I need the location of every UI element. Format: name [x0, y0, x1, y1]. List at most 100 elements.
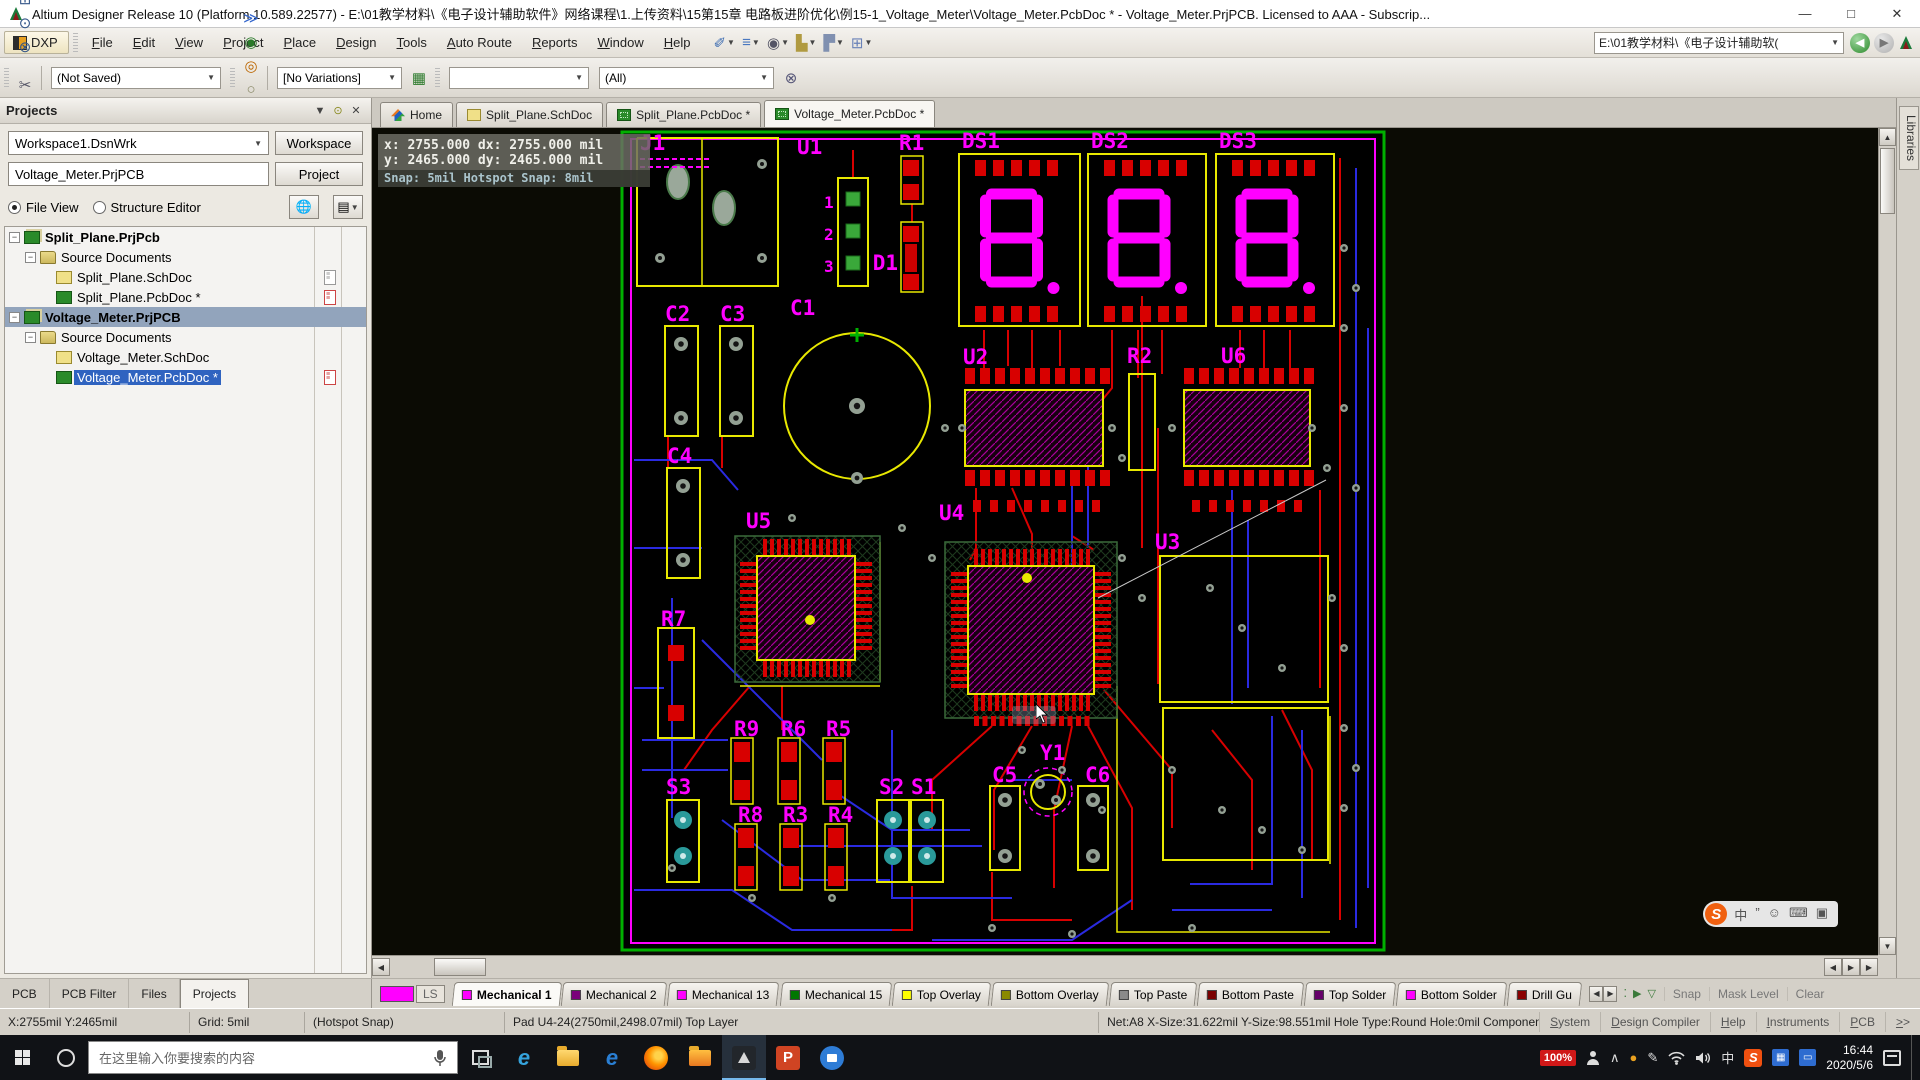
ime-toolbox-icon[interactable]: ▣ — [1816, 905, 1828, 924]
scroll-right-icon[interactable]: ▶ — [1860, 958, 1878, 976]
taskbar-search-input[interactable]: 在这里输入你要搜索的内容 — [88, 1041, 458, 1074]
taskbar-clock[interactable]: 16:44 2020/5/6 — [1826, 1043, 1873, 1073]
zoom-format-icon[interactable]: ⊗ — [13, 35, 37, 59]
doc-tab-voltage-meter-pcbdoc[interactable]: Voltage_Meter.PcbDoc * — [764, 100, 935, 127]
project-button[interactable]: Project — [275, 162, 363, 186]
ime-cn-icon[interactable]: 中 — [1734, 905, 1747, 924]
collapse-icon[interactable]: − — [9, 232, 20, 243]
grid-menu-icon[interactable]: ⊞▼ — [848, 31, 876, 55]
panel-tab-files[interactable]: Files — [129, 979, 179, 1009]
clear-button[interactable]: Clear — [1787, 987, 1833, 1001]
scroll-left-icon[interactable]: ◀ — [372, 958, 390, 976]
start-button[interactable] — [0, 1035, 44, 1080]
layer-stack-icon[interactable]: ≡▼ — [739, 31, 763, 55]
variations-select[interactable]: [No Variations]▼ — [277, 67, 402, 89]
sogou-logo-icon[interactable]: S — [1705, 903, 1727, 925]
menu-design[interactable]: Design — [326, 30, 386, 55]
ime-mode-indicator[interactable]: 中 — [1721, 1048, 1734, 1067]
task-view-button[interactable] — [458, 1035, 502, 1080]
powerpoint-button[interactable]: P — [766, 1035, 810, 1080]
altium-taskbar-button[interactable] — [722, 1035, 766, 1080]
tray-grid-icon[interactable]: ▦ — [1772, 1049, 1789, 1066]
horizontal-scroll-thumb[interactable] — [434, 958, 486, 976]
menu-window[interactable]: Window — [587, 30, 653, 55]
zoom-selected-icon[interactable]: ⊙ — [13, 11, 37, 35]
libraries-panel-tab[interactable]: Libraries — [1899, 106, 1919, 170]
current-layer-swatch[interactable] — [380, 986, 414, 1002]
tree-item-source-documents[interactable]: −Source Documents — [5, 247, 366, 267]
mask-select[interactable]: ▼ — [449, 67, 589, 89]
find-similar-icon[interactable]: ◉▼ — [764, 31, 792, 55]
cursor-snap-icon[interactable]: ✐▼ — [710, 31, 738, 55]
close-button[interactable]: ✕ — [1874, 0, 1920, 28]
layer-sets-button[interactable]: LS — [416, 985, 445, 1003]
menu-view[interactable]: View — [165, 30, 213, 55]
tree-item-source-documents[interactable]: −Source Documents — [5, 327, 366, 347]
file-explorer-button[interactable] — [546, 1035, 590, 1080]
panel-close-icon[interactable]: ✕ — [347, 104, 365, 117]
panel-tab-pcb[interactable]: PCB — [0, 979, 50, 1009]
tree-item-voltage-meter-prjpcb[interactable]: −Voltage_Meter.PrjPCB — [5, 307, 366, 327]
collapse-icon[interactable]: − — [25, 332, 36, 343]
sogou-tray-icon[interactable]: S — [1744, 1049, 1762, 1067]
doc-tab-split-plane-pcbdoc[interactable]: Split_Plane.PcbDoc * — [606, 102, 761, 127]
layer-tab-top-overlay[interactable]: Top Overlay — [892, 982, 992, 1006]
home-page-icon[interactable] — [1898, 35, 1914, 51]
menu-place[interactable]: Place — [274, 30, 327, 55]
vertical-scroll-thumb[interactable] — [1880, 148, 1895, 214]
layer-tab-bottom-paste[interactable]: Bottom Paste — [1197, 982, 1305, 1006]
pen-icon[interactable]: ✎ — [1647, 1050, 1658, 1066]
status-system-button[interactable]: System — [1539, 1012, 1600, 1032]
doc-tab-split-plane-schdoc[interactable]: Split_Plane.SchDoc — [456, 102, 603, 127]
favorites-path-select[interactable]: E:\01教学材料\《电子设计辅助软(▼ — [1594, 32, 1844, 54]
firefox-button[interactable] — [634, 1035, 678, 1080]
maximize-button[interactable]: □ — [1828, 0, 1874, 28]
layer-tab-mechanical-15[interactable]: Mechanical 15 — [779, 982, 892, 1006]
folder-app-button[interactable] — [678, 1035, 722, 1080]
nav-forward-button[interactable]: ▶ — [1874, 33, 1894, 53]
action-center-icon[interactable] — [1883, 1050, 1901, 1066]
wifi-icon[interactable] — [1668, 1051, 1685, 1065]
snap-button[interactable]: Snap — [1664, 987, 1709, 1001]
menu-help[interactable]: Help — [654, 30, 701, 55]
panel-pin-icon[interactable]: ⊙ — [329, 104, 347, 117]
layer-tab-bottom-solder[interactable]: Bottom Solder — [1396, 982, 1508, 1006]
cut-icon[interactable]: ✂ — [13, 73, 37, 97]
nav-back-button[interactable]: ◀ — [1850, 33, 1870, 53]
microphone-icon[interactable] — [433, 1049, 447, 1067]
scroll-page-left-icon[interactable]: ◀ — [1824, 958, 1842, 976]
ime-emoji-icon[interactable]: ☺ — [1768, 905, 1781, 924]
scroll-page-right-icon[interactable]: ▶ — [1842, 958, 1860, 976]
menu-reports[interactable]: Reports — [522, 30, 588, 55]
battery-status-badge[interactable]: 100% — [1540, 1050, 1576, 1066]
filter-apply-icon[interactable]: ⊗ — [779, 66, 803, 90]
tree-item-split-plane-prjpcb[interactable]: −Split_Plane.PrjPcb — [5, 227, 366, 247]
align-icon[interactable]: ▙▼ — [793, 31, 819, 55]
minimize-button[interactable]: — — [1782, 0, 1828, 28]
show-desktop-button[interactable] — [1911, 1035, 1916, 1080]
layer-tab-drill-gu[interactable]: Drill Gu — [1507, 982, 1583, 1006]
layer-next-icon[interactable]: ▶ — [1633, 987, 1641, 1000]
interactive-route-icon[interactable]: ↗ — [239, 0, 263, 6]
status--button[interactable]: >> — [1885, 1012, 1920, 1032]
scroll-down-icon[interactable]: ▼ — [1879, 937, 1896, 955]
structure-editor-radio[interactable]: Structure Editor — [93, 200, 201, 215]
ime-toolbar[interactable]: S 中”☺⌨▣ — [1703, 901, 1838, 927]
panel-menu-icon[interactable]: ▼ — [311, 105, 329, 117]
filter-select[interactable]: (All)▼ — [599, 67, 774, 89]
status-instruments-button[interactable]: Instruments — [1756, 1012, 1840, 1032]
collapse-icon[interactable]: − — [9, 312, 20, 323]
ime-keyboard-icon[interactable]: ⌨ — [1789, 905, 1808, 924]
menu-edit[interactable]: Edit — [123, 30, 165, 55]
status-dot-icon[interactable]: ● — [1630, 1050, 1638, 1065]
menu-file[interactable]: File — [82, 30, 123, 55]
layer-scroll-right-icon[interactable]: ▶ — [1603, 986, 1617, 1002]
status-pcb-button[interactable]: PCB — [1839, 1012, 1885, 1032]
layer-tab-top-paste[interactable]: Top Paste — [1108, 982, 1197, 1006]
layer-tab-top-solder[interactable]: Top Solder — [1304, 982, 1397, 1006]
tray-keyboard-icon[interactable]: ▭ — [1799, 1049, 1816, 1066]
layer-tab-mechanical-1[interactable]: Mechanical 1 — [451, 982, 561, 1006]
status-design-compiler-button[interactable]: Design Compiler — [1600, 1012, 1710, 1032]
saved-view-select[interactable]: (Not Saved)▼ — [51, 67, 221, 89]
workspace-button[interactable]: Workspace — [275, 131, 363, 155]
